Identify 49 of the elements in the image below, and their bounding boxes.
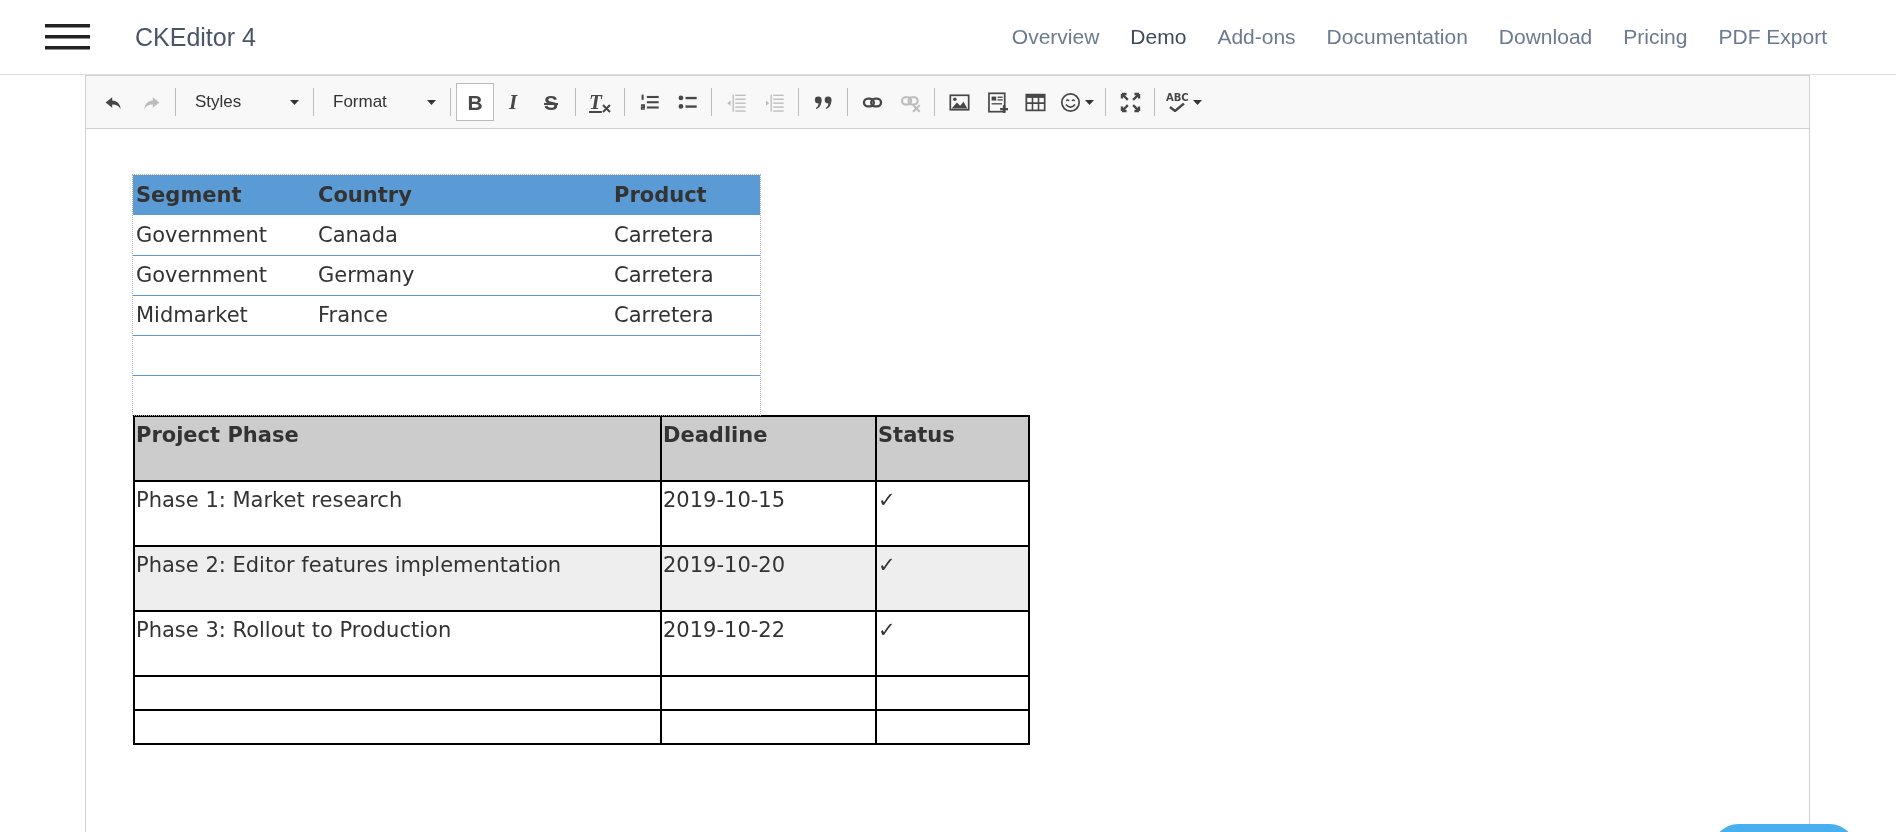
spellcheck-button[interactable]: ABC xyxy=(1160,83,1208,121)
caret-icon xyxy=(290,99,299,105)
table-cell: Carretera xyxy=(611,255,760,295)
table-cell: Midmarket xyxy=(133,295,315,335)
table-cell: Phase 3: Rollout to Production xyxy=(134,611,661,676)
column-header: Country xyxy=(315,175,611,215)
column-header: Status xyxy=(876,416,1029,481)
nav-link[interactable]: Demo xyxy=(1130,25,1187,49)
table-cell: Phase 2: Editor features implementation xyxy=(134,546,661,611)
table-cell: 2019-10-22 xyxy=(661,611,876,676)
column-header: Segment xyxy=(133,175,315,215)
table-cell: Canada xyxy=(315,215,611,255)
smiley-icon xyxy=(1060,91,1081,113)
nav-link[interactable]: PDF Export xyxy=(1718,25,1827,49)
bold-button[interactable]: B xyxy=(456,83,494,121)
check-icon xyxy=(1169,102,1186,112)
dropdown-button[interactable]: Format xyxy=(319,83,445,121)
column-header: Product xyxy=(611,175,760,215)
dropdown-button[interactable]: Styles xyxy=(181,83,308,121)
nav-link[interactable]: Pricing xyxy=(1623,25,1688,49)
nav-link[interactable]: Overview xyxy=(1011,25,1100,49)
nav-link[interactable]: Add-ons xyxy=(1217,25,1296,49)
site-logo[interactable]: CKEditor 4 xyxy=(135,22,256,52)
strikethrough-button[interactable]: S xyxy=(532,83,570,121)
remove-format-button[interactable]: T xyxy=(581,83,619,121)
table-cell: ✓ xyxy=(876,611,1029,676)
table-cell: ✓ xyxy=(876,546,1029,611)
table-cell: Carretera xyxy=(611,215,760,255)
document-plus-icon xyxy=(986,91,1008,113)
table-cell: 2019-10-20 xyxy=(661,546,876,611)
maximize-icon xyxy=(1119,91,1141,113)
caret-icon xyxy=(1085,99,1094,105)
picture-icon xyxy=(948,91,970,113)
table-cell: Government xyxy=(133,215,315,255)
italic-button[interactable]: I xyxy=(494,83,532,121)
menu-button[interactable] xyxy=(45,22,90,52)
menu-icon xyxy=(45,22,90,52)
column-header: Deadline xyxy=(661,416,876,481)
table-cell: Government xyxy=(133,255,315,295)
nav-link[interactable]: Download xyxy=(1498,25,1593,49)
x-mark-icon xyxy=(601,104,611,113)
column-header: Project Phase xyxy=(134,416,661,481)
caret-icon xyxy=(427,99,436,105)
table-cell: Germany xyxy=(315,255,611,295)
nav-link[interactable]: Documentation xyxy=(1326,25,1468,49)
caret-icon xyxy=(1192,99,1202,105)
table-cell: Carretera xyxy=(611,295,760,335)
table-cell: France xyxy=(315,295,611,335)
table-grid-icon xyxy=(1024,91,1046,113)
